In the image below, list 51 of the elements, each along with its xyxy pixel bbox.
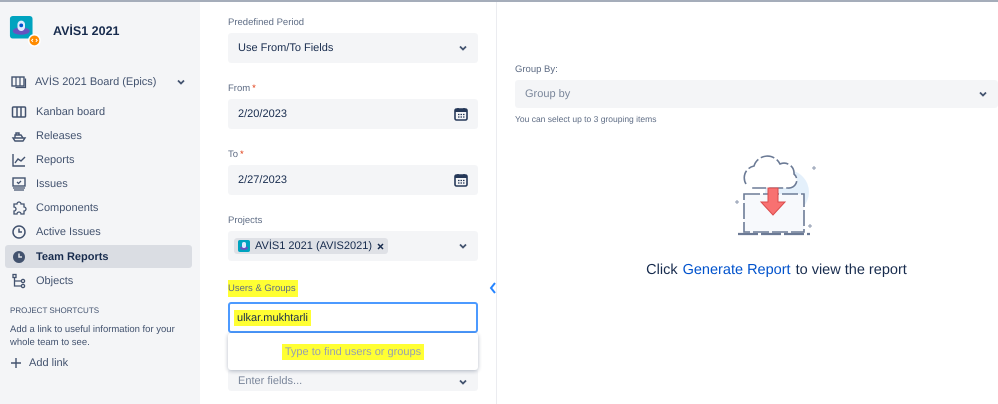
- field-label: Users & Groups: [228, 280, 298, 297]
- monitor-icon: [11, 176, 27, 192]
- project-avatar-icon[interactable]: [9, 15, 41, 47]
- field-label: Group By:: [515, 64, 559, 75]
- board-selector[interactable]: AVİS 2021 Board (Epics): [5, 72, 192, 92]
- sidebar-item[interactable]: Objects: [5, 269, 192, 292]
- plus-icon: [11, 358, 21, 368]
- helper-text: You can select up to 3 grouping items: [515, 114, 658, 124]
- field-label: To *: [228, 149, 244, 160]
- clock-icon: [11, 248, 27, 265]
- date-field[interactable]: 2/20/2023: [228, 99, 478, 129]
- users-groups-input[interactable]: ulkar.mukhtarli: [228, 302, 478, 333]
- sidebar-item[interactable]: Components: [5, 196, 192, 220]
- calendar-icon[interactable]: [454, 107, 468, 121]
- chevron-left-icon[interactable]: [489, 282, 497, 294]
- generate-report-link[interactable]: Generate Report: [682, 262, 791, 278]
- chevron-down-icon: [458, 43, 468, 53]
- puzzle-icon: [11, 200, 27, 216]
- field-label: From *: [228, 83, 256, 94]
- field-label: Projects: [228, 215, 262, 226]
- chevron-down-icon: [978, 89, 988, 99]
- date-field[interactable]: 2/27/2023: [228, 165, 478, 195]
- empty-state-message: Click: [646, 262, 678, 278]
- chevron-down-icon: [458, 241, 468, 251]
- project-tag[interactable]: AVİS1 2021 (AVIS2021): [234, 238, 388, 254]
- period-select[interactable]: Use From/To Fields: [228, 33, 478, 63]
- sidebar-item[interactable]: Active Issues: [5, 220, 192, 244]
- project-avatar-icon: [238, 240, 250, 252]
- chevron-down-icon: [458, 377, 468, 387]
- section-heading: PROJECT SHORTCUTS: [10, 306, 100, 316]
- sidebar-item[interactable]: Team Reports: [5, 245, 192, 268]
- calendar-icon[interactable]: [454, 173, 468, 187]
- project-name: AVİS1 2021: [53, 24, 120, 38]
- empty-state-message: to view the report: [796, 262, 907, 278]
- input-value: ulkar.mukhtarli: [234, 310, 311, 326]
- dropdown-hint: Type to find users or groups: [282, 344, 424, 360]
- line-chart-icon: [11, 152, 27, 168]
- add-link[interactable]: Add link: [11, 357, 192, 370]
- field-label: Predefined Period: [228, 17, 304, 28]
- projects-select[interactable]: AVİS1 2021 (AVIS2021): [228, 231, 478, 261]
- clock-icon: [11, 224, 27, 240]
- hierarchy-icon: [11, 272, 27, 289]
- sidebar-item[interactable]: Reports: [5, 148, 192, 172]
- sidebar-item[interactable]: Releases: [5, 124, 192, 148]
- close-icon[interactable]: [377, 242, 384, 250]
- chevron-down-icon: [176, 77, 186, 87]
- shortcuts-description: Add a link to useful information for your whole team to see.: [10, 323, 176, 350]
- board-icon: [11, 75, 27, 89]
- sidebar-item[interactable]: Issues: [5, 172, 192, 196]
- sidebar-item[interactable]: Kanban board: [5, 100, 192, 123]
- columns-icon: [11, 104, 27, 120]
